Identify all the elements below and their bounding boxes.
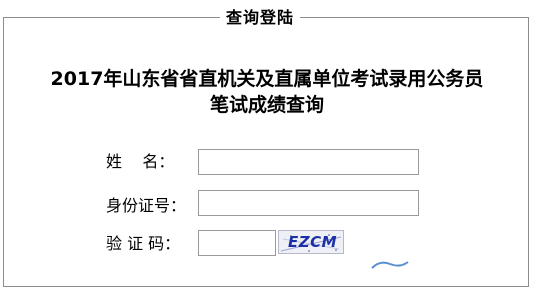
id-number-input[interactable] (198, 190, 419, 216)
name-label: 姓 名： (106, 152, 175, 171)
page-title: 2017年山东省省直机关及直属单位考试录用公务员 笔试成绩查询 (0, 66, 534, 118)
decorative-swirl-icon (371, 261, 409, 269)
captcha-label: 验 证 码： (106, 234, 181, 253)
id-number-label: 身份证号： (106, 196, 187, 215)
captcha-image[interactable]: EZCM (278, 230, 344, 254)
page-title-line2: 笔试成绩查询 (209, 94, 324, 116)
captcha-code-text: EZCM (288, 233, 338, 251)
page-title-line1: 2017年山东省省直机关及直属单位考试录用公务员 (50, 68, 484, 90)
name-input[interactable] (198, 149, 419, 175)
fieldset-legend: 查询登陆 (220, 8, 301, 28)
captcha-input[interactable] (198, 230, 276, 256)
